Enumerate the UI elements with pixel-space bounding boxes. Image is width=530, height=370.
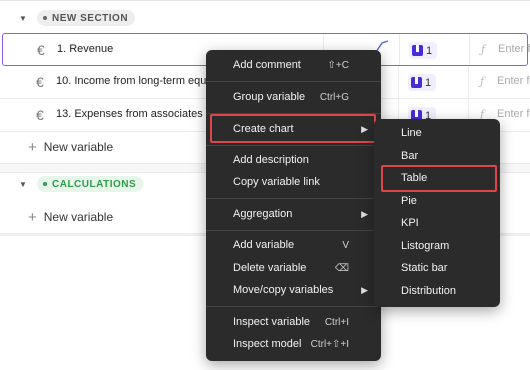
- new-variable-label: New variable: [43, 210, 114, 224]
- menu-item-delete-variable[interactable]: Delete variable ⌫: [206, 257, 381, 279]
- column-divider: [398, 66, 399, 98]
- menu-separator: [206, 81, 381, 82]
- menu-item-add-variable[interactable]: Add variable V: [206, 234, 381, 256]
- reference-badge[interactable]: 1: [409, 42, 437, 59]
- currency-icon: €: [36, 107, 44, 123]
- menu-item-add-description[interactable]: Add description: [206, 149, 381, 171]
- variable-name: 10. Income from long-term equ: [56, 75, 207, 87]
- reference-badge[interactable]: 1: [408, 74, 436, 91]
- submenu-item-distribution[interactable]: Distribution: [374, 280, 500, 302]
- menu-item-inspect-model[interactable]: Inspect model Ctrl+⇧+I: [206, 333, 381, 355]
- menu-item-label: Add comment: [233, 59, 301, 71]
- shortcut-label: Ctrl+I: [324, 316, 349, 328]
- formula-input[interactable]: Enter fo: [498, 43, 530, 55]
- submenu-item-line[interactable]: Line: [374, 122, 500, 144]
- shortcut-label: Ctrl+⇧+I: [310, 338, 349, 350]
- submenu-item-bar[interactable]: Bar: [374, 145, 500, 167]
- badge-count: 1: [426, 44, 433, 57]
- section-header-new[interactable]: ▼ NEW SECTION: [0, 3, 530, 33]
- formula-input[interactable]: Enter fo: [497, 75, 530, 87]
- column-divider: [469, 34, 470, 65]
- shortcut-label: V: [342, 239, 349, 251]
- column-divider: [399, 34, 400, 65]
- context-menu: Add comment ⇧+C Group variable Ctrl+G Cr…: [206, 50, 381, 361]
- section-dot-icon: [43, 16, 47, 20]
- menu-item-label: Group variable: [233, 91, 306, 103]
- column-divider: [468, 66, 469, 98]
- top-rule: [0, 0, 530, 1]
- variable-name: 1. Revenue: [57, 43, 114, 55]
- menu-item-aggregation[interactable]: Aggregation ▶: [206, 203, 381, 225]
- formula-input[interactable]: Enter fo: [497, 108, 530, 120]
- currency-icon: €: [37, 42, 45, 58]
- menu-separator: [206, 306, 381, 307]
- submenu-item-static-bar[interactable]: Static bar: [374, 257, 500, 279]
- new-variable-button[interactable]: + New variable: [28, 137, 113, 157]
- currency-icon: €: [36, 74, 44, 90]
- section-pill-new: NEW SECTION: [37, 10, 136, 26]
- shortcut-label: Ctrl+G: [319, 91, 349, 103]
- section-dot-icon: [43, 182, 47, 186]
- collapse-caret-icon[interactable]: ▼: [19, 14, 27, 23]
- shortcut-label: ⌫: [334, 262, 349, 274]
- menu-item-add-comment[interactable]: Add comment ⇧+C: [206, 54, 381, 76]
- menu-item-label: Copy variable link: [233, 176, 320, 188]
- variable-name: 13. Expenses from associates: [56, 108, 203, 120]
- menu-separator: [206, 230, 381, 231]
- badge-count: 1: [425, 76, 432, 89]
- chart-type-submenu: Line Bar Table Pie KPI Listogram Static …: [374, 119, 500, 307]
- formula-icon: ƒ: [480, 75, 485, 88]
- menu-item-group-variable[interactable]: Group variable Ctrl+G: [206, 86, 381, 108]
- create-chart-highlight: [210, 114, 376, 143]
- submenu-arrow-icon: ▶: [361, 208, 368, 219]
- collapse-caret-icon[interactable]: ▼: [19, 180, 27, 189]
- menu-item-inspect-variable[interactable]: Inspect variable Ctrl+I: [206, 311, 381, 333]
- menu-item-label: Move/copy variables: [233, 284, 334, 296]
- menu-item-label: Inspect model: [233, 338, 302, 350]
- menu-separator: [206, 198, 381, 199]
- section-title-calculations: CALCULATIONS: [52, 178, 137, 190]
- menu-item-label: Aggregation: [233, 208, 293, 220]
- section-pill-calculations: CALCULATIONS: [37, 176, 144, 192]
- menu-item-label: Add variable: [233, 239, 295, 251]
- menu-item-move-copy-variables[interactable]: Move/copy variables ▶: [206, 279, 381, 301]
- shortcut-label: ⇧+C: [327, 59, 349, 71]
- section-title-new: NEW SECTION: [52, 12, 129, 24]
- app-logo-icon: [411, 77, 422, 88]
- menu-item-label: Delete variable: [233, 262, 307, 274]
- menu-item-copy-variable-link[interactable]: Copy variable link: [206, 171, 381, 193]
- plus-icon: +: [28, 138, 37, 156]
- submenu-item-pie[interactable]: Pie: [374, 190, 500, 212]
- submenu-item-kpi[interactable]: KPI: [374, 212, 500, 234]
- formula-icon: ƒ: [481, 43, 486, 56]
- menu-separator: [206, 145, 381, 146]
- new-variable-button[interactable]: + New variable: [28, 207, 113, 227]
- app-logo-icon: [412, 45, 423, 56]
- menu-item-label: Inspect variable: [233, 316, 311, 328]
- table-option-highlight: [381, 165, 497, 192]
- menu-item-label: Add description: [233, 154, 309, 166]
- submenu-item-listogram[interactable]: Listogram: [374, 235, 500, 257]
- plus-icon: +: [28, 208, 37, 226]
- submenu-arrow-icon: ▶: [361, 284, 368, 295]
- new-variable-label: New variable: [43, 140, 114, 154]
